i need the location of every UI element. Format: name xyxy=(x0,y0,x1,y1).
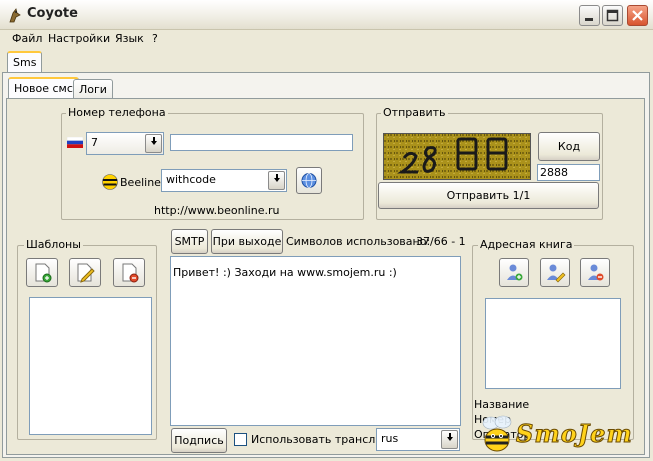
smtp-button[interactable]: SMTP xyxy=(171,229,208,254)
coyote-app-icon xyxy=(7,7,23,23)
maximize-icon xyxy=(606,9,619,22)
close-icon xyxy=(632,10,643,21)
captcha-image xyxy=(383,133,531,180)
new-document-icon xyxy=(35,263,52,283)
send-button[interactable]: Отправить 1/1 xyxy=(378,182,599,209)
address-book-group-title: Адресная книга xyxy=(478,238,575,251)
russia-flag-icon xyxy=(66,136,84,148)
mode-select[interactable]: withcode xyxy=(161,169,287,192)
watermark-text: SmoJem xyxy=(516,419,633,449)
window-title: Coyote xyxy=(27,6,78,21)
language-value: rus xyxy=(381,432,399,445)
on-exit-button[interactable]: При выходе xyxy=(211,229,283,254)
network-refresh-button[interactable] xyxy=(296,167,322,194)
edit-template-button[interactable] xyxy=(69,258,101,287)
edit-contact-icon xyxy=(547,264,566,283)
delete-contact-button[interactable] xyxy=(580,258,610,287)
chevron-down-icon[interactable] xyxy=(268,171,285,190)
phone-number-input[interactable] xyxy=(170,134,353,151)
operator-site-link[interactable]: http://www.beonline.ru xyxy=(154,204,279,217)
add-contact-icon xyxy=(507,264,523,281)
contacts-list[interactable] xyxy=(485,298,621,389)
minimize-icon xyxy=(585,18,593,21)
menu-file[interactable]: Файл xyxy=(12,32,42,45)
templates-group-title: Шаблоны xyxy=(24,238,83,251)
get-code-button[interactable]: Код xyxy=(538,132,600,161)
send-group-title: Отправить xyxy=(381,106,448,119)
country-code-value: 7 xyxy=(91,136,98,149)
add-contact-button[interactable] xyxy=(499,258,529,287)
operator-name: Beeline xyxy=(120,176,161,189)
delete-document-icon xyxy=(122,263,139,283)
language-select[interactable]: rus xyxy=(376,428,460,451)
add-template-button[interactable] xyxy=(26,258,58,287)
phone-group-title: Номер телефона xyxy=(66,106,168,119)
edit-contact-button[interactable] xyxy=(540,258,570,287)
beeline-logo-icon xyxy=(102,174,118,190)
chars-used-label: Символов использовано: xyxy=(286,235,431,248)
menu-help[interactable]: ? xyxy=(152,32,158,45)
mode-value: withcode xyxy=(166,173,216,186)
message-textarea[interactable]: Привет! :) Заходи на www.smojem.ru :) xyxy=(170,256,461,426)
bee-mascot-icon xyxy=(477,413,517,455)
maximize-button[interactable] xyxy=(602,5,623,26)
tab-logs[interactable]: Логи xyxy=(73,79,113,99)
close-button[interactable] xyxy=(627,5,648,26)
templates-list[interactable] xyxy=(29,297,152,435)
contact-name-label: Название xyxy=(474,398,530,411)
chars-used-value: 37/66 - 1 xyxy=(416,235,466,248)
delete-contact-icon xyxy=(588,264,604,281)
signature-button[interactable]: Подпись xyxy=(171,428,227,453)
translit-checkbox[interactable] xyxy=(234,433,247,446)
delete-template-button[interactable] xyxy=(113,258,145,287)
tab-sms[interactable]: Sms xyxy=(7,51,43,73)
edit-document-icon xyxy=(77,263,95,283)
tab-new-sms[interactable]: Новое смс xyxy=(8,77,79,99)
translit-label: Использовать транслит xyxy=(251,433,389,446)
chevron-down-icon[interactable] xyxy=(145,134,162,153)
menu-settings[interactable]: Настройки xyxy=(48,32,110,45)
menu-bar: Файл Настройки Язык ? xyxy=(0,30,653,49)
country-code-select[interactable]: 7 xyxy=(86,132,164,155)
captcha-input[interactable]: 2888 xyxy=(537,164,600,181)
globe-icon xyxy=(301,173,317,188)
chevron-down-icon[interactable] xyxy=(441,430,458,449)
minimize-button[interactable] xyxy=(579,5,600,26)
menu-language[interactable]: Язык xyxy=(115,32,144,45)
title-bar[interactable]: Coyote xyxy=(0,0,653,30)
